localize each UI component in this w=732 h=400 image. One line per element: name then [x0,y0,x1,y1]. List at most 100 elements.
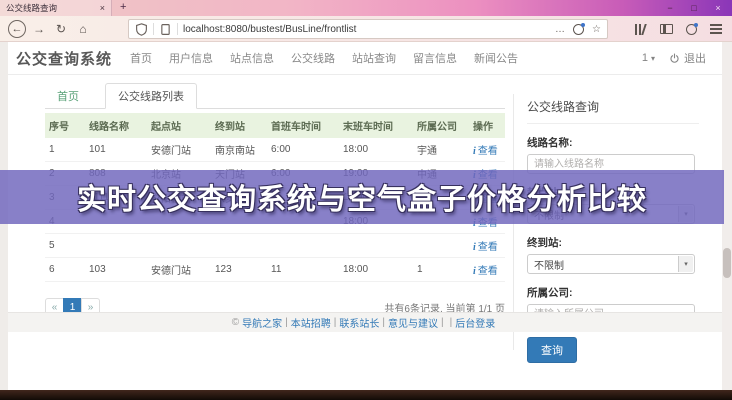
table-cell [267,234,339,258]
browser-navbar: ← → ↻ ⌂ localhost:8080/bustest/BusLine/f… [0,16,732,42]
table-cell: 5 [45,234,85,258]
main-nav: 首页 用户信息 站点信息 公交线路 站站查询 留言信息 新闻公告 [130,50,518,66]
column-header: 所属公司 [413,113,469,138]
info-icon: i [473,242,476,253]
logout-button[interactable]: 退出 [669,50,706,66]
table-cell [147,234,211,258]
url-text[interactable]: localhost:8080/bustest/BusLine/frontlist [183,24,555,35]
library-icon[interactable] [635,24,647,35]
table-cell: 123 [211,258,267,282]
nav-link-0[interactable]: 首页 [130,50,152,66]
company-label: 所属公司: [527,285,699,300]
table-cell: 6 [45,258,85,282]
footer-link-0[interactable]: 导航之家 [242,315,282,330]
window-minimize-button[interactable]: − [658,0,682,16]
bookmark-star-icon[interactable]: ☆ [592,24,601,35]
tab-bus-line-list[interactable]: 公交线路列表 [105,83,197,109]
chevron-down-icon: ▾ [678,256,693,272]
url-divider [177,23,178,35]
search-panel-title: 公交线路查询 [527,98,699,124]
table-cell: 6:00 [267,138,339,162]
table-cell: 101 [85,138,147,162]
page-actions-icon[interactable]: … [555,24,565,35]
table-cell: 18:00 [339,138,413,162]
nav-link-1[interactable]: 用户信息 [169,50,213,66]
nav-link-4[interactable]: 站站查询 [352,50,396,66]
desktop-edge [0,390,732,400]
toolbar-right [635,16,722,42]
overlay-banner: 实时公交查询系统与空气盒子价格分析比较 [0,170,724,224]
tab-home[interactable]: 首页 [45,84,91,108]
view-link[interactable]: i查看 [473,266,498,277]
table-cell: 18:00 [339,258,413,282]
column-header: 终到站 [211,113,267,138]
screenshot-root: 公交线路查询 × + − □ × ← → ↻ ⌂ localhost:8080/… [0,0,732,400]
table-cell: 安德门站 [147,258,211,282]
footer-link-3[interactable]: 意见与建议 [388,315,438,330]
app-header: 公交查询系统 首页 用户信息 站点信息 公交线路 站站查询 留言信息 新闻公告 1 ▾ 退出 [8,42,722,75]
table-row: 5 i查看 [45,234,505,258]
table-cell [339,234,413,258]
line-name-label: 线路名称: [527,135,699,150]
info-icon: i [473,266,476,277]
end-station-value: 不限制 [534,257,564,272]
new-tab-button[interactable]: + [120,1,126,13]
page-info-icon[interactable] [159,23,172,36]
footer-link-1[interactable]: 本站招聘 [291,315,331,330]
page-footer: © 导航之家 | 本站招聘 | 联系站长 | 意见与建议 | | 后台登录 [8,312,722,332]
browser-tabbar: 公交线路查询 × + − □ × [0,0,732,16]
table-cell: 1 [45,138,85,162]
footer-link-5[interactable]: 后台登录 [455,315,495,330]
nav-link-3[interactable]: 公交线路 [291,50,335,66]
back-button[interactable]: ← [8,20,26,38]
column-header: 末班车时间 [339,113,413,138]
view-link[interactable]: i查看 [473,242,498,253]
logout-label: 退出 [684,50,706,66]
column-header: 线路名称 [85,113,147,138]
scrollbar-thumb[interactable] [723,248,731,278]
copyright-mark: © [232,317,239,328]
info-icon: i [473,146,476,157]
sidebar-icon[interactable] [660,24,673,34]
footer-link-2[interactable]: 联系站长 [339,315,379,330]
menu-hamburger-icon[interactable] [710,24,722,34]
table-cell [413,234,469,258]
nav-link-5[interactable]: 留言信息 [413,50,457,66]
home-button[interactable]: ⌂ [72,22,94,36]
table-cell [211,234,267,258]
window-close-button[interactable]: × [706,0,730,16]
site-brand[interactable]: 公交查询系统 [16,48,112,69]
banner-text: 实时公交查询系统与空气盒子价格分析比较 [77,176,647,218]
column-header: 操作 [469,113,505,138]
tab-close-icon[interactable]: × [100,3,105,13]
extension-icon[interactable] [686,24,697,35]
search-button[interactable]: 查询 [527,337,577,363]
nav-link-6[interactable]: 新闻公告 [474,50,518,66]
url-bar[interactable]: localhost:8080/bustest/BusLine/frontlist… [128,19,608,39]
url-divider [153,23,154,35]
table-cell: 11 [267,258,339,282]
tracking-shield-icon[interactable] [135,23,148,36]
forward-button[interactable]: → [28,22,50,36]
table-cell: 安德门站 [147,138,211,162]
table-cell [85,234,147,258]
reload-button[interactable]: ↻ [50,22,72,36]
column-header: 序号 [45,113,85,138]
user-dropdown[interactable]: 1 ▾ [642,52,655,64]
table-cell: 宇通 [413,138,469,162]
end-station-label: 终到站: [527,235,699,250]
table-cell: 南京南站 [211,138,267,162]
table-header-row: 序号线路名称起点站终到站首班车时间末班车时间所属公司操作 [45,113,505,138]
window-maximize-button[interactable]: □ [682,0,706,16]
table-row: 6103安德门站1231118:001i查看 [45,258,505,282]
view-link[interactable]: i查看 [473,146,498,157]
table-row: 1101安德门站南京南站6:0018:00宇通 i查看 [45,138,505,162]
end-station-select[interactable]: 不限制 ▾ [527,254,695,274]
browser-tab[interactable]: 公交线路查询 × [0,0,112,16]
nav-link-2[interactable]: 站点信息 [230,50,274,66]
chevron-down-icon: ▾ [651,54,655,63]
tab-title: 公交线路查询 [6,2,100,14]
column-header: 起点站 [147,113,211,138]
pocket-icon[interactable] [573,24,584,35]
content-tabs: 首页 公交线路列表 [45,86,505,109]
